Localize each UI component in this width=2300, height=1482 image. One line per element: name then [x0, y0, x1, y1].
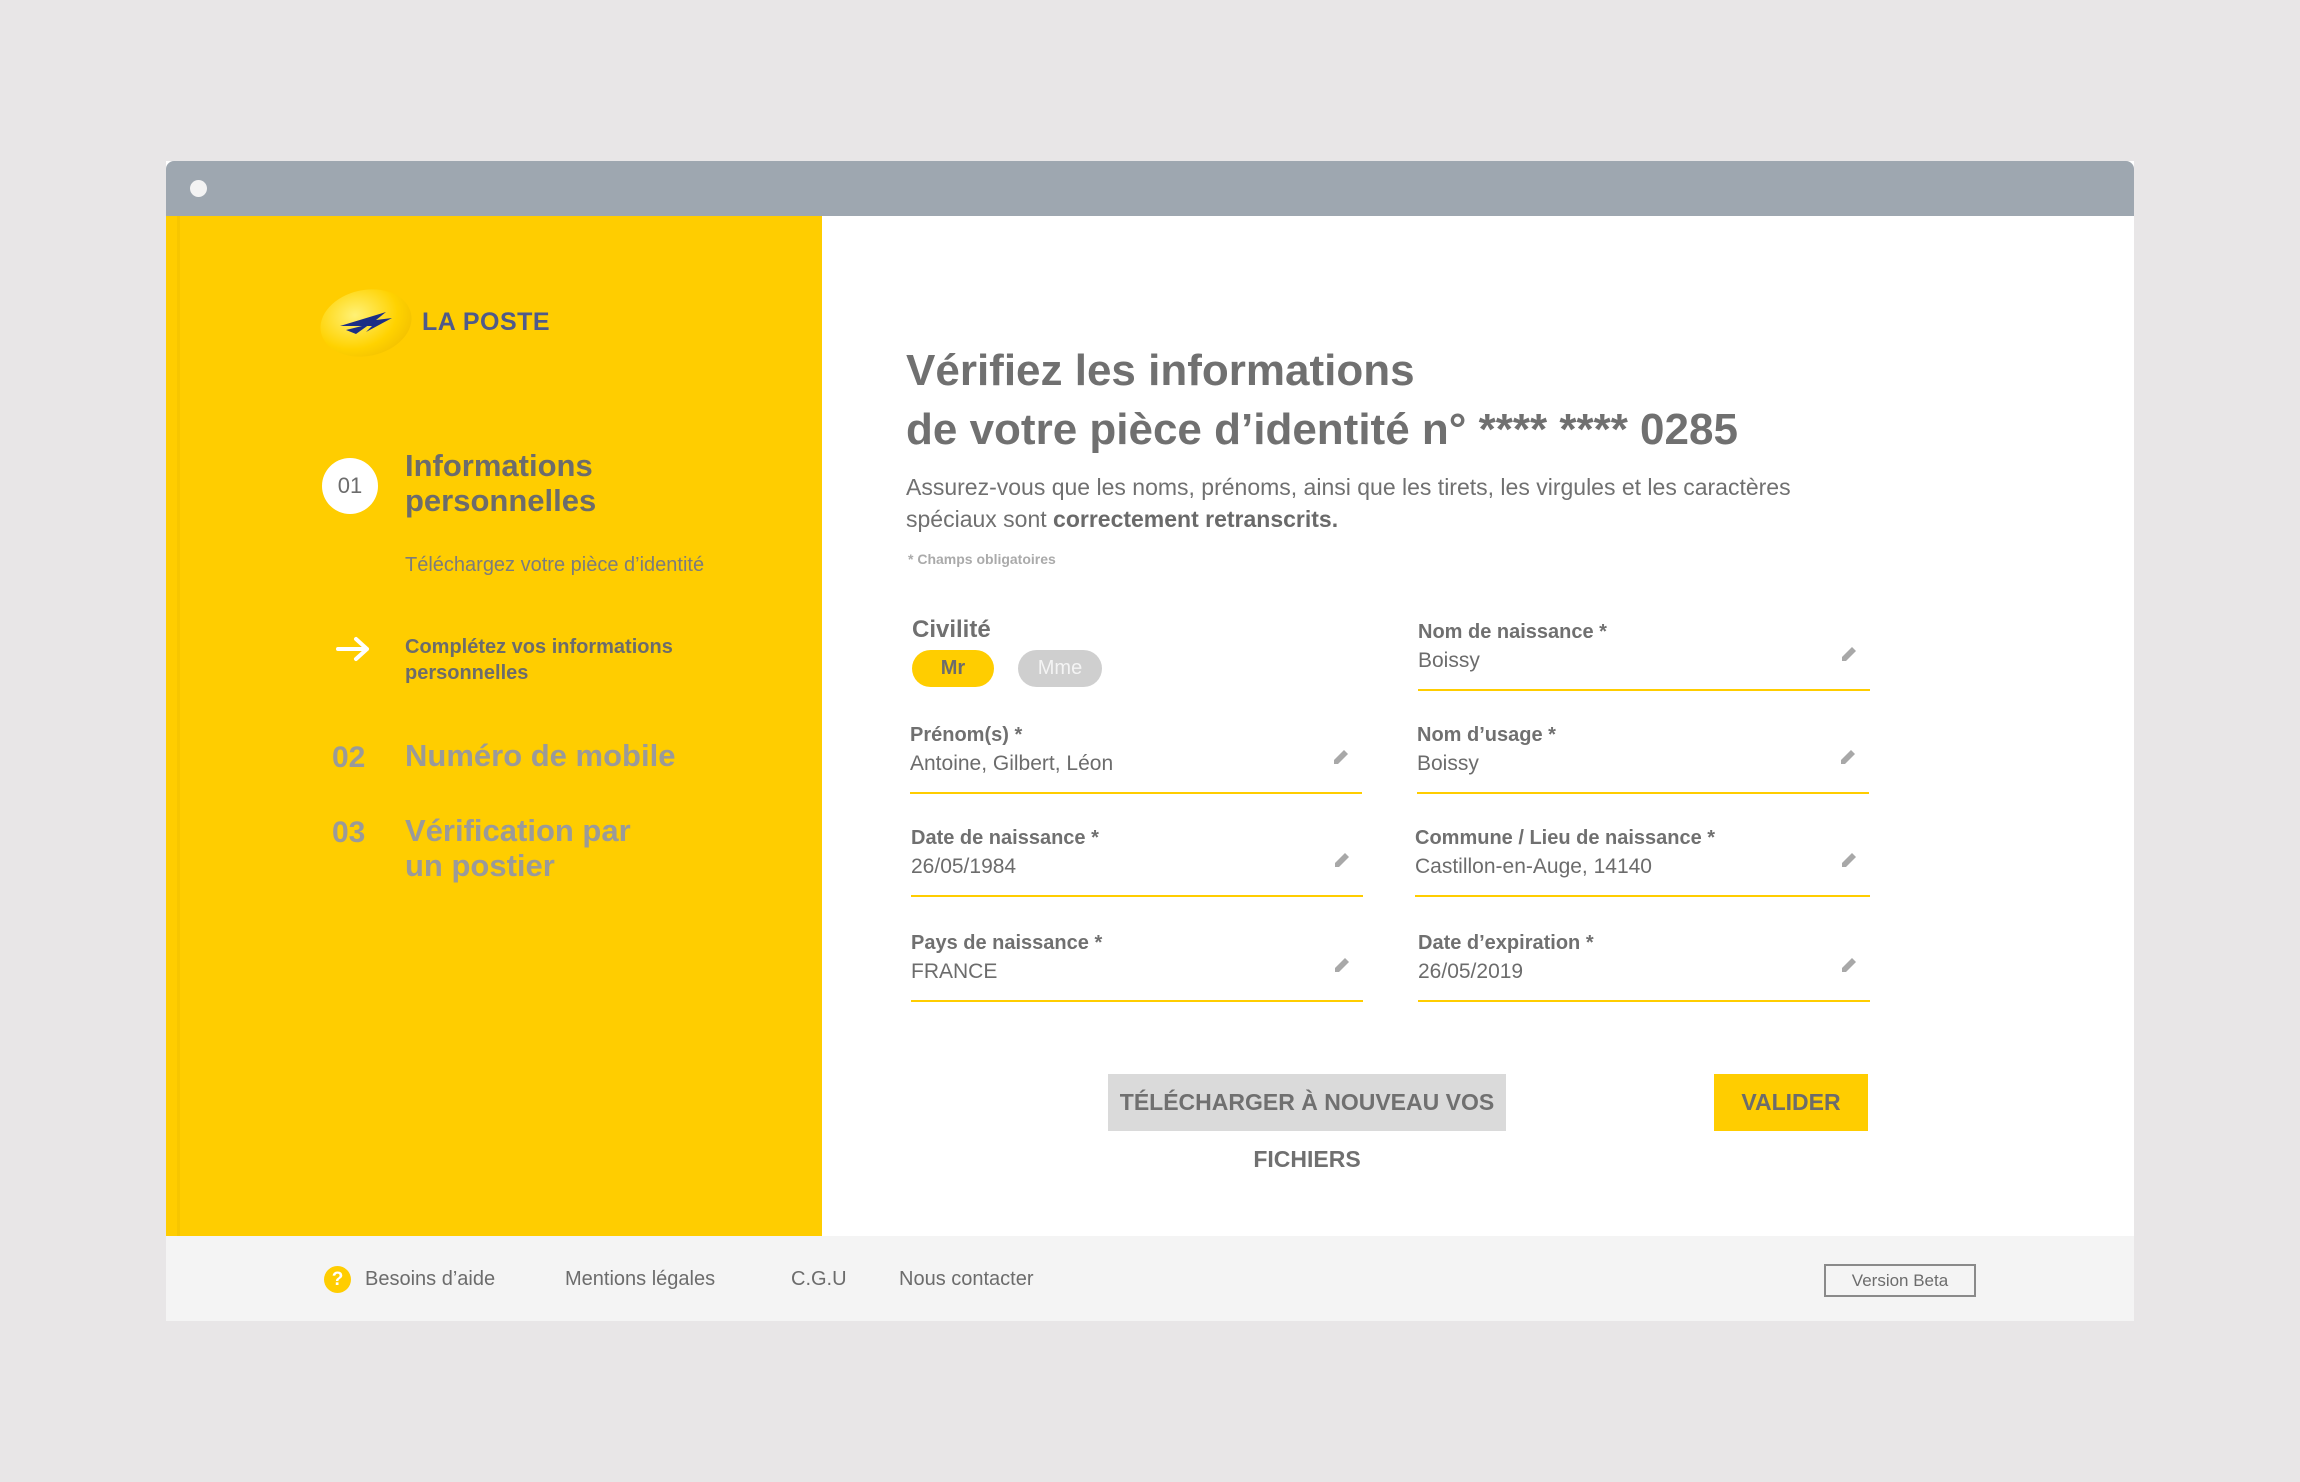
footer-link-legal[interactable]: Mentions légales: [565, 1268, 715, 1291]
intro-text-main: Assurez-vous que les noms, prénoms, ains…: [906, 474, 1791, 532]
pencil-icon[interactable]: [1333, 956, 1351, 974]
step1-title: Informations personnelles: [405, 448, 597, 518]
pencil-icon[interactable]: [1840, 645, 1858, 663]
pencil-icon[interactable]: [1840, 851, 1858, 869]
date-expiration-field[interactable]: Date d’expiration * 26/05/2019: [1418, 932, 1870, 1002]
required-fields-note: * Champs obligatoires: [908, 551, 1056, 567]
page-title-line2: de votre pièce d’identité n° **** **** 0…: [906, 405, 1738, 454]
prenoms-label: Prénom(s) *: [910, 724, 1023, 746]
date-naissance-field[interactable]: Date de naissance * 26/05/1984: [911, 827, 1363, 897]
footer-link-contact[interactable]: Nous contacter: [899, 1268, 1034, 1291]
date-expiration-label: Date d’expiration *: [1418, 932, 1594, 954]
pencil-icon[interactable]: [1333, 851, 1351, 869]
nom-usage-value[interactable]: Boissy: [1417, 752, 1479, 776]
pays-label: Pays de naissance *: [911, 932, 1103, 954]
date-expiration-value[interactable]: 26/05/2019: [1418, 960, 1523, 984]
step2-title[interactable]: Numéro de mobile: [405, 738, 785, 773]
step3-title[interactable]: Vérification par un postier: [405, 813, 665, 883]
pays-value[interactable]: FRANCE: [911, 960, 997, 984]
commune-label: Commune / Lieu de naissance *: [1415, 827, 1716, 849]
intro-text: Assurez-vous que les noms, prénoms, ains…: [906, 471, 1806, 535]
prenoms-field[interactable]: Prénom(s) * Antoine, Gilbert, Léon: [910, 724, 1362, 794]
commune-value[interactable]: Castillon-en-Auge, 14140: [1415, 855, 1652, 879]
arrow-right-icon: [336, 637, 369, 661]
footer: ? Besoins d’aide Mentions légales C.G.U …: [166, 1236, 2134, 1321]
sidebar-rail: [177, 216, 180, 1236]
intro-text-bold: correctement retranscrits.: [1053, 506, 1339, 532]
app-window: LA POSTE 01 Informations personnelles Té…: [166, 161, 2134, 1321]
commune-field[interactable]: Commune / Lieu de naissance * Castillon-…: [1415, 827, 1870, 897]
bird-icon: [340, 312, 392, 334]
footer-link-help[interactable]: Besoins d’aide: [365, 1268, 495, 1291]
page-title-line1: Vérifiez les informations: [906, 346, 1415, 395]
prenoms-value[interactable]: Antoine, Gilbert, Léon: [910, 752, 1113, 776]
page-title: Vérifiez les informations de votre pièce…: [906, 341, 1906, 459]
pencil-icon[interactable]: [1840, 956, 1858, 974]
step2-number: 02: [332, 741, 366, 774]
help-icon[interactable]: ?: [324, 1266, 351, 1293]
step1-number-badge: 01: [322, 458, 378, 514]
logo-text: LA POSTE: [422, 308, 551, 336]
date-naissance-value[interactable]: 26/05/1984: [911, 855, 1016, 879]
nom-naissance-value[interactable]: Boissy: [1418, 649, 1480, 673]
reupload-files-button[interactable]: TÉLÉCHARGER À NOUVEAU VOS FICHIERS: [1108, 1074, 1506, 1172]
la-poste-logo[interactable]: LA POSTE: [314, 281, 560, 365]
step3-number: 03: [332, 816, 366, 849]
nom-naissance-field[interactable]: Nom de naissance * Boissy: [1418, 621, 1870, 691]
footer-link-cgu[interactable]: C.G.U: [791, 1268, 847, 1291]
pencil-icon[interactable]: [1839, 748, 1857, 766]
nom-usage-field[interactable]: Nom d’usage * Boissy: [1417, 724, 1869, 794]
validate-button[interactable]: VALIDER: [1714, 1074, 1868, 1131]
pencil-icon[interactable]: [1332, 748, 1350, 766]
window-control-dot[interactable]: [190, 180, 207, 197]
nom-usage-label: Nom d’usage *: [1417, 724, 1556, 746]
version-beta-badge[interactable]: Version Beta: [1824, 1264, 1976, 1297]
sidebar: LA POSTE 01 Informations personnelles Té…: [166, 216, 822, 1236]
substep-complete-info[interactable]: Complétez vos informations personnelles: [405, 634, 735, 686]
pays-field[interactable]: Pays de naissance * FRANCE: [911, 932, 1363, 1002]
date-naissance-label: Date de naissance *: [911, 827, 1099, 849]
civilite-mr-toggle[interactable]: Mr: [912, 650, 994, 687]
nom-naissance-label: Nom de naissance *: [1418, 621, 1607, 643]
substep-upload-id[interactable]: Téléchargez votre pièce d’identité: [405, 552, 705, 578]
civilite-label: Civilité: [912, 616, 991, 643]
civilite-mme-toggle[interactable]: Mme: [1018, 650, 1102, 687]
window-titlebar: [166, 161, 2134, 216]
